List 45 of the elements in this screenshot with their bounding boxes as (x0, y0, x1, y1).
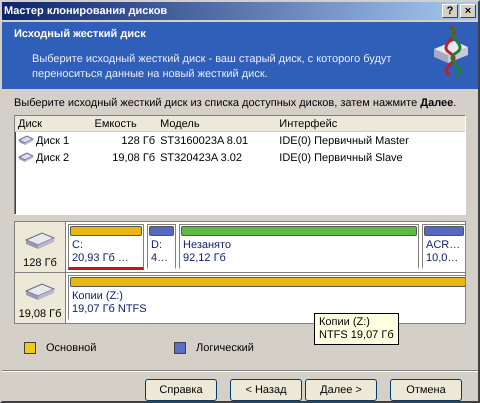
partition-name: C: (72, 239, 84, 252)
table-cell-text: 19,08 Гб (111, 152, 156, 164)
partition-name: Незанято (183, 239, 232, 252)
instruction-text: Выберите исходный жесткий диск из списка доступных дисков, затем нажмите Далее. (14, 97, 458, 109)
table-cell[interactable]: Диск 2 (36, 152, 70, 164)
partition-tile[interactable]: D: 4… (147, 224, 176, 270)
hard-drive-icon (18, 135, 34, 146)
table-cell-text: ST3160023A 8.01 (159, 134, 250, 146)
help-button[interactable]: ? (442, 4, 458, 18)
close-button[interactable]: × (460, 4, 476, 18)
partition-info: 10,0… (426, 252, 460, 265)
partition-tile[interactable]: ACR… 10,0… (422, 224, 465, 270)
partition-tile[interactable]: C: 20,93 Гб … (68, 224, 144, 270)
dialog-button[interactable]: Отмена (390, 379, 462, 401)
partition-name: Копии (Z:) (72, 290, 124, 303)
partition-name: ACR… (426, 239, 462, 252)
header-title: Исходный жесткий диск (14, 28, 147, 40)
column-header[interactable]: Диск (15, 118, 92, 130)
partition-info: 92,12 Гб (183, 252, 227, 265)
column-header[interactable]: Интерфейс (276, 118, 466, 130)
partition-name: D: (151, 239, 163, 252)
partition-info: 20,93 Гб … (72, 252, 130, 265)
dialog-button[interactable]: Справка (145, 379, 217, 401)
partition-info: 4… (151, 252, 170, 265)
column-header[interactable]: Модель (157, 118, 276, 130)
table-cell-text: ST320423A 3.02 (159, 152, 244, 164)
legend-label: Основной (46, 342, 96, 354)
dialog-button[interactable]: < Назад (230, 379, 302, 401)
hard-drive-icon (18, 152, 34, 163)
dialog-button[interactable]: Далее > (305, 379, 377, 401)
table-cell-text: 128 Гб (120, 134, 156, 146)
partition-tile[interactable]: Незанято 92,12 Гб (179, 224, 419, 270)
table-cell-text: IDE(0) Первичный Slave (278, 152, 404, 164)
partition-info: 19,07 Гб NTFS (72, 303, 148, 316)
window-title: Мастер клонирования дисков (4, 4, 168, 17)
tooltip-text: NTFS 19,07 Гб (319, 329, 394, 342)
hard-drive-icon (24, 282, 56, 302)
disk-size: 19,08 Гб (18, 308, 62, 320)
table-cell[interactable]: Диск 1 (36, 134, 70, 146)
table-cell-text: IDE(0) Первичный Master (278, 134, 410, 146)
column-header[interactable]: Емкость (92, 118, 158, 130)
legend-label: Логический (196, 342, 254, 354)
disk-size: 128 Гб (23, 257, 57, 269)
hard-drive-icon (24, 231, 56, 251)
header-description: Выберите исходный жесткий диск - ваш старый диск, с которого будут переноситься данные на новый жесткий диск. (31, 52, 392, 82)
